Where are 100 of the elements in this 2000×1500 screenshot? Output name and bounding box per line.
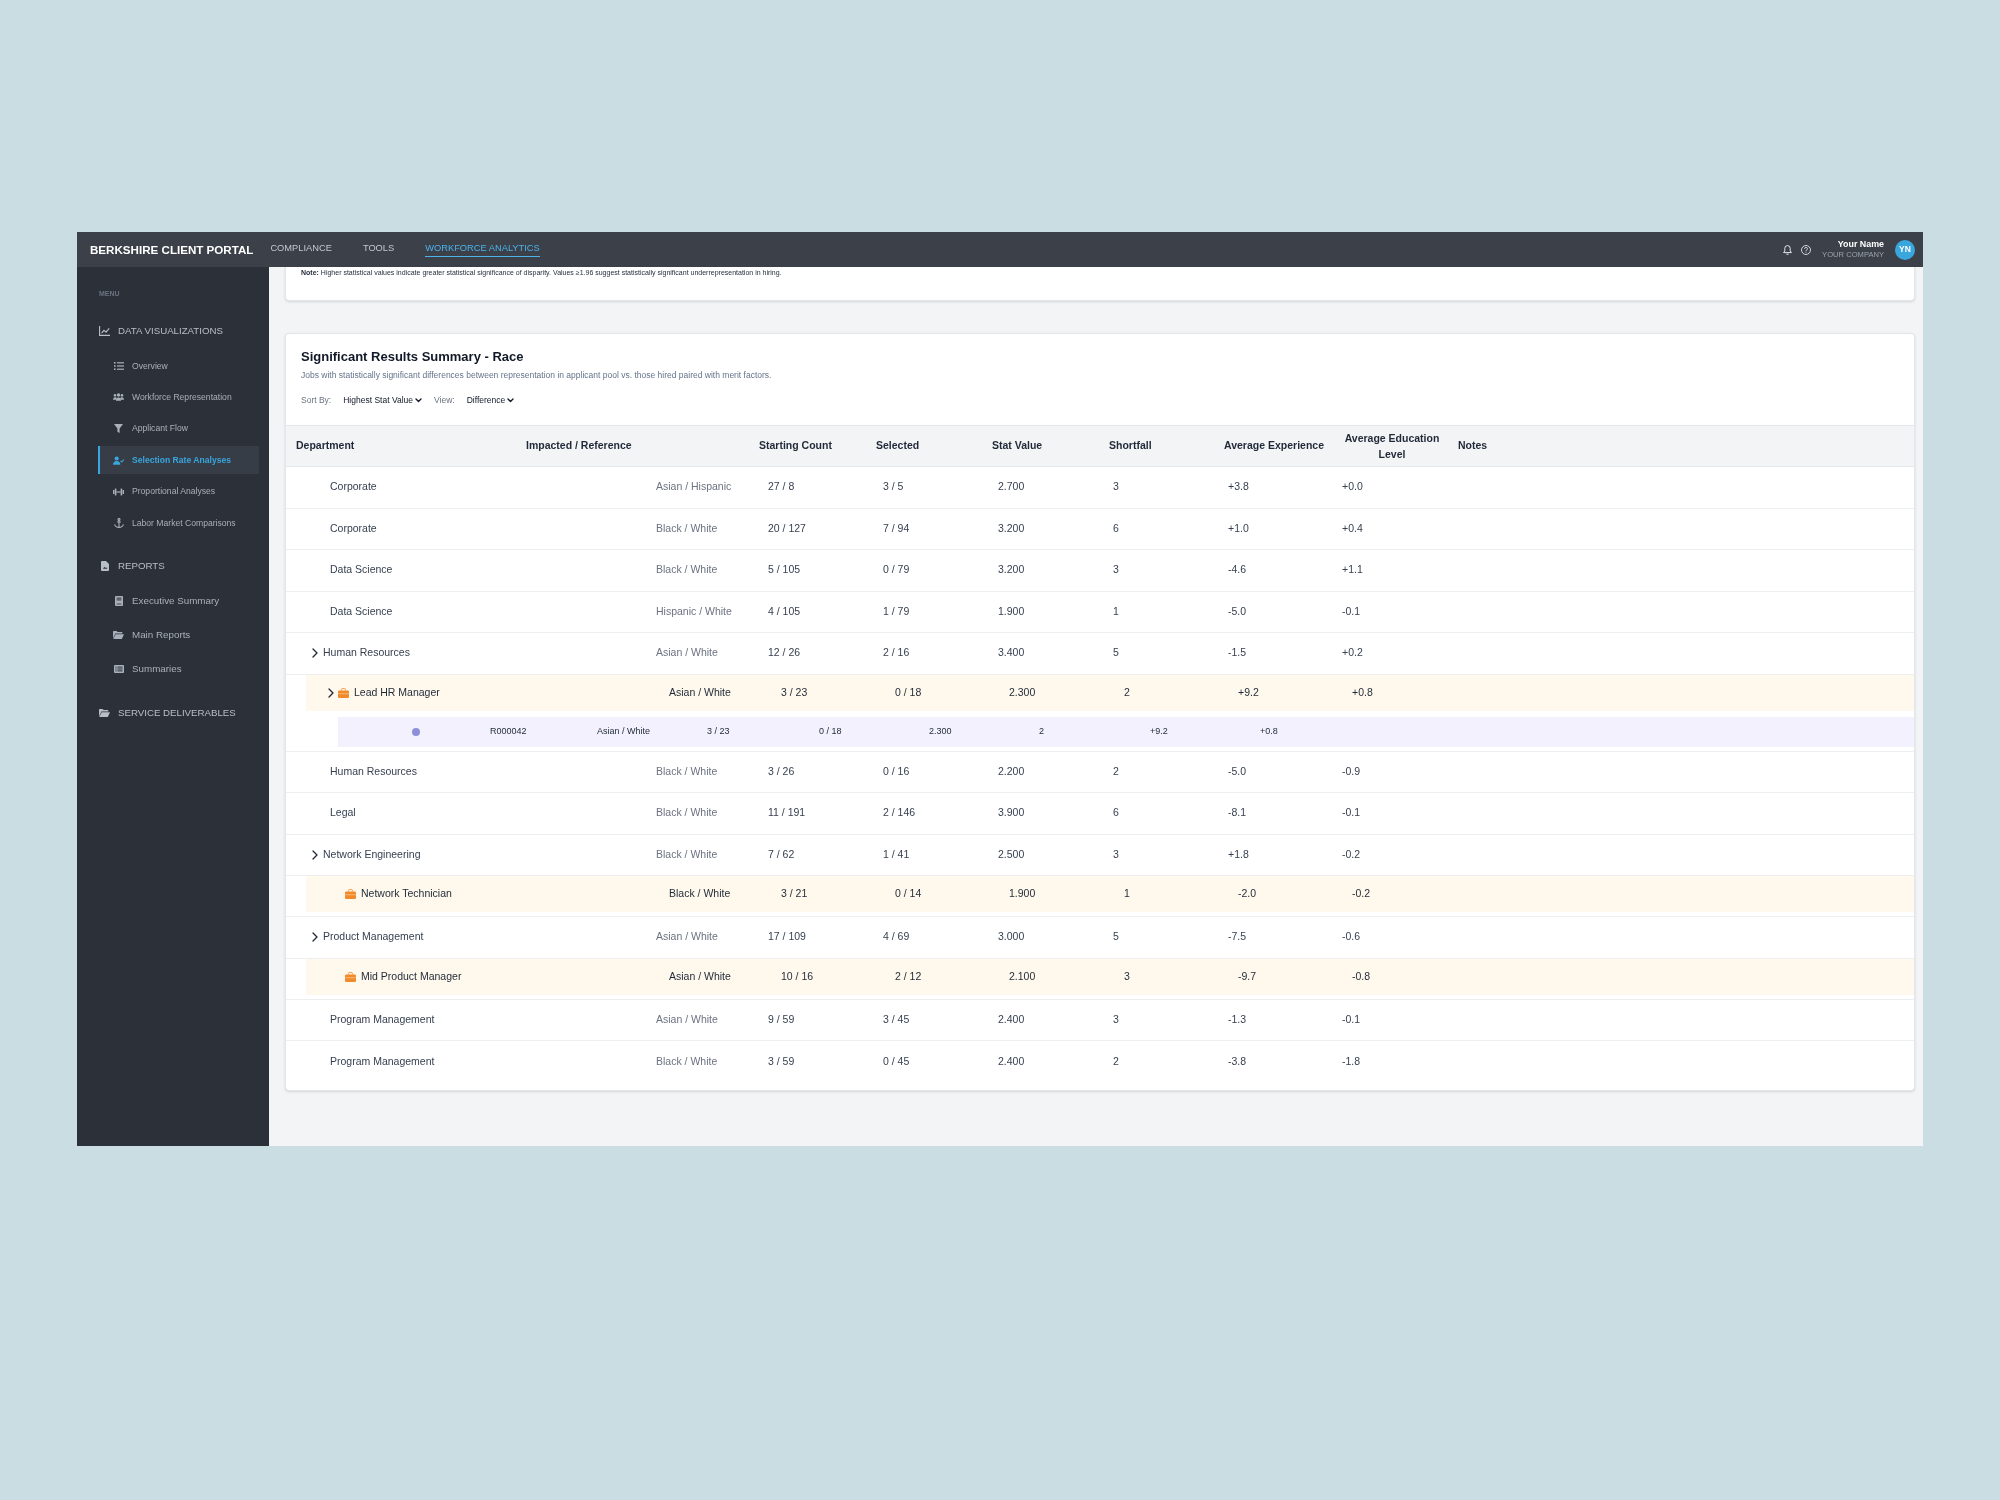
group-pair: Asian / White [669, 968, 731, 984]
experience-diff: -7.5 [1228, 929, 1247, 945]
anchor-icon [113, 517, 124, 528]
stat-value: 2.300 [929, 724, 952, 738]
user-check-icon [113, 455, 124, 465]
sidebar-item[interactable]: Main Reports [98, 620, 259, 649]
nav-tab[interactable]: TOOLS [362, 242, 395, 257]
shortfall-value: 3 [1113, 562, 1119, 578]
department-name: Program Management [330, 1011, 435, 1027]
department-name: Legal [330, 805, 356, 821]
sidebar-section-heading[interactable]: DATA VISUALIZATIONS [77, 317, 269, 345]
group-pair: Asian / White [597, 724, 651, 738]
nav-tab[interactable]: WORKFORCE ANALYTICS [425, 242, 540, 257]
stat-value: 2.400 [998, 1053, 1025, 1069]
shortfall-value: 6 [1113, 805, 1119, 821]
sidebar-item[interactable]: Selection Rate Analyses [98, 446, 259, 475]
experience-diff: +1.0 [1228, 520, 1249, 536]
group-pair: Asian / White [656, 929, 718, 945]
card-list-icon [113, 664, 124, 673]
chevron-right-icon[interactable] [312, 849, 318, 860]
starting-count: 10 / 16 [781, 968, 814, 984]
sidebar-section-heading[interactable]: SERVICE DELIVERABLES [77, 698, 269, 727]
column-header: Stat Value [991, 438, 1044, 454]
sidebar-item[interactable]: Applicant Flow [98, 414, 259, 443]
experience-diff: +3.8 [1228, 479, 1249, 495]
view-label: View: [434, 394, 455, 406]
sidebar-item[interactable]: Summaries [98, 654, 259, 683]
starting-count: 17 / 109 [768, 929, 806, 945]
stat-value: 2.200 [998, 763, 1025, 779]
chevron-right-icon[interactable] [312, 932, 318, 943]
education-diff: -0.1 [1342, 805, 1361, 821]
sidebar-item[interactable]: Labor Market Comparisons [98, 508, 259, 537]
group-pair: Asian / Hispanic [656, 479, 732, 495]
nav-tab[interactable]: COMPLIANCE [270, 242, 332, 257]
chevron-down-icon [507, 397, 515, 403]
column-header: Starting Count [758, 438, 833, 454]
stat-value: 3.000 [998, 929, 1025, 945]
sidebar-item[interactable]: Proportional Analyses [98, 477, 259, 506]
stat-value: 3.900 [998, 805, 1025, 821]
sidebar-item[interactable]: Overview [98, 352, 259, 380]
stat-value: 2.400 [998, 1011, 1025, 1027]
education-diff: +0.8 [1352, 684, 1373, 700]
selected-count: 1 / 41 [883, 846, 910, 862]
selected-count: 7 / 94 [883, 520, 910, 536]
shortfall-value: 3 [1124, 968, 1130, 984]
line-chart-icon [99, 326, 110, 336]
shortfall-value: 2 [1113, 763, 1119, 779]
card-title: Significant Results Summary - Race [301, 349, 525, 365]
starting-count: 11 / 191 [768, 805, 806, 821]
group-pair: Black / White [656, 805, 718, 821]
department-name: Corporate [330, 520, 377, 536]
column-header: Notes [1457, 438, 1489, 454]
selected-count: 2 / 16 [883, 645, 910, 661]
card-subtitle: Jobs with statistically significant differences between representation in applicant pool vs. those hired paired with merit factors. [301, 369, 773, 381]
stat-value: 1.900 [998, 603, 1025, 619]
education-diff: -0.1 [1342, 603, 1361, 619]
group-pair: Asian / White [656, 1011, 718, 1027]
briefcase-icon [338, 687, 349, 698]
sidebar-section-heading[interactable]: REPORTS [77, 551, 269, 580]
sort-dropdown[interactable]: Highest Stat Value [343, 394, 422, 406]
file-icon [100, 560, 109, 571]
job-title: Mid Product Manager [361, 968, 462, 984]
experience-diff: -9.7 [1238, 968, 1257, 984]
shortfall-value: 5 [1113, 645, 1119, 661]
chevron-right-icon[interactable] [312, 648, 318, 659]
group-pair: Asian / White [656, 645, 718, 661]
education-diff: -0.6 [1342, 929, 1361, 945]
users-icon [113, 393, 124, 402]
education-diff: -0.9 [1342, 763, 1361, 779]
experience-diff: -5.0 [1228, 763, 1247, 779]
experience-diff: -5.0 [1228, 603, 1247, 619]
department-name: Data Science [330, 603, 393, 619]
selected-count: 0 / 18 [895, 684, 922, 700]
education-diff: +0.8 [1260, 724, 1278, 738]
requisition-id: R000042 [490, 724, 527, 738]
view-dropdown[interactable]: Difference [466, 394, 515, 406]
department-name: Corporate [330, 479, 377, 495]
group-pair: Black / White [669, 886, 731, 902]
column-header: Selected [875, 438, 921, 454]
selected-count: 4 / 69 [883, 929, 910, 945]
starting-count: 9 / 59 [768, 1011, 795, 1027]
shortfall-value: 1 [1113, 603, 1119, 619]
education-diff: -0.8 [1352, 968, 1371, 984]
sidebar-item[interactable]: Workforce Representation [98, 383, 259, 412]
education-diff: -0.1 [1342, 1011, 1361, 1027]
notifications-bell-icon[interactable] [1783, 244, 1793, 255]
experience-diff: +9.2 [1238, 684, 1259, 700]
group-pair: Black / White [656, 562, 718, 578]
chevron-right-icon[interactable] [328, 687, 334, 698]
experience-diff: +1.8 [1228, 846, 1249, 862]
sidebar-item[interactable]: Executive Summary [98, 586, 259, 615]
experience-diff: -1.3 [1228, 1011, 1247, 1027]
dumbbell-icon [113, 487, 124, 496]
selected-count: 0 / 14 [895, 886, 922, 902]
starting-count: 12 / 26 [768, 645, 801, 661]
app-title: BERKSHIRE CLIENT PORTAL [90, 241, 254, 258]
folder-icon [99, 708, 110, 717]
help-icon[interactable] [1801, 244, 1812, 255]
starting-count: 7 / 62 [768, 846, 795, 862]
experience-diff: -1.5 [1228, 645, 1247, 661]
